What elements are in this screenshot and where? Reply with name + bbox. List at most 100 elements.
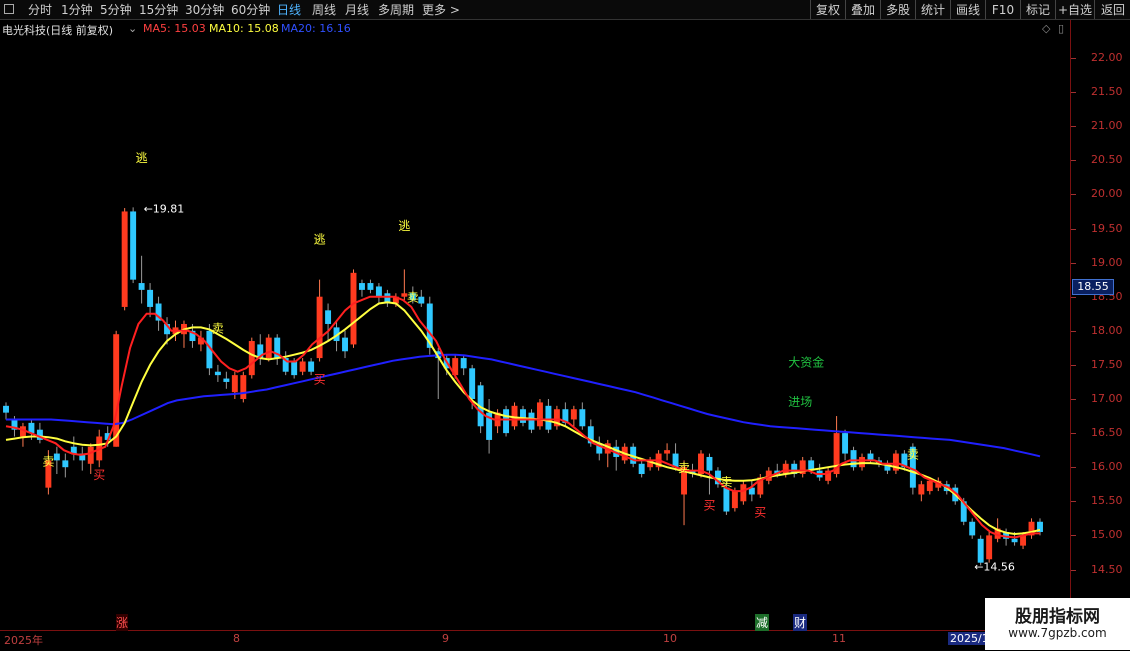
candle-body xyxy=(53,453,60,461)
candle-body xyxy=(782,463,789,475)
candle-body xyxy=(359,283,365,290)
candle-body xyxy=(638,463,645,475)
candle-body xyxy=(138,283,145,290)
ma20-line xyxy=(6,353,1041,458)
signal-label: 卖 xyxy=(407,291,419,305)
candle-body xyxy=(147,289,154,307)
candle-body xyxy=(664,450,671,454)
indicator-infobar: 电光科技(日线 前复权) ⌄ MA5: 15.03 MA10: 15.08 MA… xyxy=(0,20,1070,38)
candle-body xyxy=(121,211,128,307)
signal-label: 逃 xyxy=(398,219,410,233)
back-button[interactable]: 返回 xyxy=(1094,0,1130,19)
candle-body xyxy=(503,409,510,434)
candle-body xyxy=(214,371,221,376)
period-15-minute[interactable]: 15分钟 xyxy=(139,1,178,18)
axis-tick xyxy=(1071,399,1076,400)
layout-toggle-icon[interactable] xyxy=(4,4,14,14)
signal-label: 卖 xyxy=(907,448,919,462)
scroll-icon[interactable]: ▯ xyxy=(1058,22,1064,35)
candle-body xyxy=(469,368,476,399)
candle-body xyxy=(223,378,230,382)
signal-label: 进场 xyxy=(788,395,812,409)
price-axis: 22.00 21.50 21.00 20.50 20.00 19.50 19.00 18.50… xyxy=(1070,20,1130,630)
candle-body xyxy=(342,337,348,352)
watermark-title: 股朋指标网 xyxy=(1015,607,1100,627)
date-label-aug: 8 xyxy=(233,632,240,645)
axis-tick-label: 17.50 xyxy=(1091,357,1123,371)
period-1min-chart[interactable]: 分时 xyxy=(28,1,52,18)
axis-tick-label: 16.00 xyxy=(1091,460,1123,474)
statistics-button[interactable]: 统计 xyxy=(915,0,950,19)
axis-tick xyxy=(1071,92,1076,94)
axis-tick-label: 22.00 xyxy=(1091,51,1123,64)
stock-title[interactable]: 电光科技(日线 前复权) xyxy=(2,22,113,38)
axis-tick-label: 20.50 xyxy=(1091,153,1123,167)
overlay-button[interactable]: 叠加 xyxy=(845,0,880,19)
candle-body xyxy=(536,402,543,427)
f10-button[interactable]: F10 xyxy=(985,0,1020,19)
axis-tick xyxy=(1071,535,1076,537)
axis-tick-label: 14.50 xyxy=(1091,562,1123,576)
candle-body xyxy=(418,296,425,304)
axis-tick-label: 15.00 xyxy=(1091,528,1123,542)
axis-tick xyxy=(1071,501,1076,503)
ma20-value: MA20: 16.16 xyxy=(281,22,351,35)
rise-marker[interactable]: 涨 xyxy=(116,614,129,631)
add-watchlist-button[interactable]: +自选 xyxy=(1055,0,1094,19)
multi-stock-button[interactable]: 多股 xyxy=(880,0,915,19)
candle-body xyxy=(926,480,933,492)
axis-tick-label: 20.00 xyxy=(1091,187,1123,201)
adjust-button[interactable]: 复权 xyxy=(810,0,845,19)
candle-body xyxy=(316,296,323,359)
candle-body xyxy=(545,405,552,430)
axis-tick xyxy=(1071,433,1076,435)
period-5-minute[interactable]: 5分钟 xyxy=(100,1,132,18)
period-1-minute[interactable]: 1分钟 xyxy=(61,1,93,18)
axis-tick-label: 19.50 xyxy=(1091,221,1123,235)
candle-body xyxy=(867,453,874,461)
candle-body xyxy=(265,337,272,359)
candle-body xyxy=(1011,538,1018,543)
period-monthly[interactable]: 月线 xyxy=(345,1,369,18)
signal-label: 卖 xyxy=(720,475,732,489)
candle-body xyxy=(375,286,382,297)
axis-tick xyxy=(1071,160,1076,162)
date-label-sep: 9 xyxy=(442,632,449,645)
period-multi[interactable]: 多周期 xyxy=(378,1,414,18)
candle-body xyxy=(350,272,357,345)
axis-tick-label: 17.00 xyxy=(1091,392,1123,405)
candle-body xyxy=(460,358,467,369)
signal-label: ←14.56 xyxy=(974,560,1015,573)
period-daily[interactable]: 日线 xyxy=(277,1,301,18)
candle-body xyxy=(291,361,298,376)
finance-marker[interactable]: 财 xyxy=(793,614,808,631)
dropdown-chevron-icon[interactable]: ⌄ xyxy=(128,22,137,35)
period-30-minute[interactable]: 30分钟 xyxy=(185,1,224,18)
axis-tick-label: 18.00 xyxy=(1091,323,1123,337)
axis-tick-label: 16.50 xyxy=(1091,426,1123,440)
candle-body xyxy=(706,456,713,471)
candle-body xyxy=(731,491,738,509)
candle-body xyxy=(986,535,993,560)
axis-tick-label: 15.50 xyxy=(1091,494,1123,508)
period-more[interactable]: 更多 > xyxy=(422,1,460,18)
candle-body xyxy=(520,409,526,423)
period-60-minute[interactable]: 60分钟 xyxy=(231,1,270,18)
signal-label: 买 xyxy=(314,373,326,387)
date-axis: 2025年 8 9 10 11 2025/1 xyxy=(0,630,1130,651)
date-label-oct: 10 xyxy=(663,632,677,645)
candle-body xyxy=(308,361,315,372)
signal-label: 买 xyxy=(703,499,715,513)
signal-label: 买 xyxy=(93,468,105,482)
mark-button[interactable]: 标记 xyxy=(1020,0,1055,19)
signal-label: 卖 xyxy=(678,461,690,475)
axis-tick xyxy=(1071,296,1076,298)
diamond-icon[interactable]: ◇ xyxy=(1042,22,1050,35)
draw-line-button[interactable]: 画线 xyxy=(950,0,985,19)
axis-tick xyxy=(1071,194,1076,196)
reduce-marker[interactable]: 减 xyxy=(755,614,770,631)
axis-tick-label: 19.00 xyxy=(1091,255,1123,269)
period-weekly[interactable]: 周线 xyxy=(312,1,336,18)
candlestick-chart[interactable]: 逃逃逃卖卖买卖买卖卖买 买卖大资金进场←19.81←14.56 xyxy=(0,38,1070,630)
axis-tick xyxy=(1071,364,1076,366)
